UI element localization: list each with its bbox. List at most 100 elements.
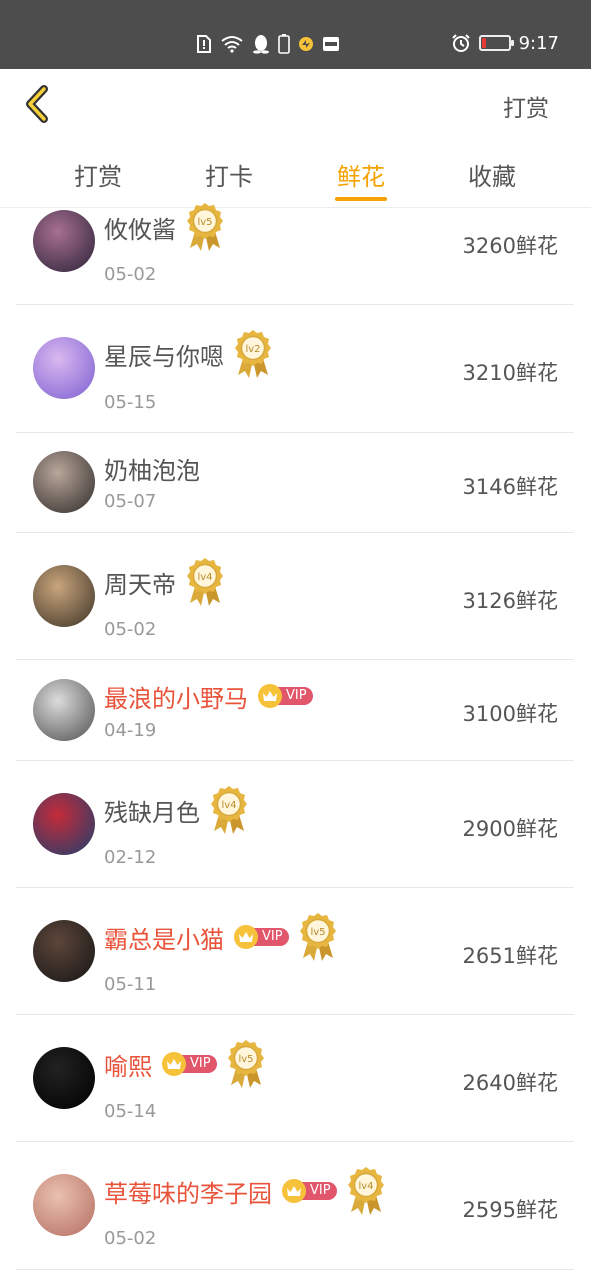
- vip-badge: VIP: [234, 925, 289, 949]
- tab-favorites[interactable]: 收藏: [447, 157, 537, 192]
- date-label: 05-07: [104, 491, 157, 512]
- wifi-icon: [221, 36, 243, 53]
- clock: 9:17: [518, 32, 559, 54]
- username[interactable]: 攸攸酱: [104, 210, 176, 245]
- alarm-icon: [451, 34, 470, 52]
- flower-amount: 3260鲜花: [462, 234, 558, 258]
- name-line: 星辰与你嗯 lv2: [104, 330, 272, 378]
- app-notification-icon: [299, 37, 313, 51]
- flower-amount: 3146鲜花: [462, 475, 558, 499]
- avatar[interactable]: [33, 210, 95, 272]
- username[interactable]: 霸总是小猫: [104, 920, 224, 955]
- level-medal-icon: lv5: [187, 203, 223, 251]
- qq-penguin-icon: [253, 35, 269, 54]
- flower-amount: 2640鲜花: [462, 1071, 558, 1095]
- name-line: 最浪的小野马 VIP: [104, 679, 313, 713]
- avatar[interactable]: [33, 920, 95, 982]
- vip-badge: VIP: [282, 1179, 337, 1203]
- username[interactable]: 星辰与你嗯: [104, 337, 224, 372]
- list-item[interactable]: 攸攸酱 lv5 05-02 3260鲜花: [16, 203, 574, 305]
- list-item[interactable]: 周天帝 lv4 05-02 3126鲜花: [16, 533, 574, 660]
- tab-label: 鲜花: [337, 163, 385, 191]
- svg-text:lv5: lv5: [238, 1054, 253, 1065]
- list-item[interactable]: 星辰与你嗯 lv2 05-15 3210鲜花: [16, 305, 574, 433]
- username[interactable]: 草莓味的李子园: [104, 1174, 272, 1209]
- name-line: 霸总是小猫 VIP lv5: [104, 913, 337, 961]
- avatar[interactable]: [33, 793, 95, 855]
- name-line: 周天帝 lv4: [104, 558, 224, 606]
- name-line: 草莓味的李子园 VIP lv4: [104, 1167, 385, 1215]
- battery-fill: [481, 38, 486, 48]
- avatar[interactable]: [33, 565, 95, 627]
- username[interactable]: 残缺月色: [104, 793, 200, 828]
- avatar[interactable]: [33, 337, 95, 399]
- avatar[interactable]: [33, 1174, 95, 1236]
- avatar[interactable]: [33, 679, 95, 741]
- name-line: 喻熙 VIP lv5: [104, 1040, 265, 1088]
- crown-icon: [282, 1179, 306, 1203]
- date-label: 05-14: [104, 1101, 157, 1122]
- date-label: 04-19: [104, 720, 157, 741]
- name-line: 残缺月色 lv4: [104, 786, 248, 834]
- top-bar: 打赏: [0, 69, 591, 139]
- level-medal-icon: lv4: [211, 786, 247, 834]
- avatar[interactable]: [33, 1047, 95, 1109]
- flower-amount: 3210鲜花: [462, 361, 558, 385]
- username[interactable]: 周天帝: [104, 565, 176, 600]
- tab-label: 收藏: [468, 163, 516, 191]
- list-item[interactable]: 喻熙 VIP lv5 05-14 2640鲜花: [16, 1015, 574, 1142]
- crown-icon: [234, 925, 258, 949]
- username[interactable]: 奶柚泡泡: [104, 451, 200, 486]
- date-label: 05-02: [104, 1228, 157, 1249]
- level-medal-icon: lv4: [187, 558, 223, 606]
- name-line: 奶柚泡泡: [104, 451, 200, 485]
- username[interactable]: 喻熙: [104, 1047, 152, 1082]
- avatar[interactable]: [33, 451, 95, 513]
- flower-amount: 3100鲜花: [462, 702, 558, 726]
- tab-active-indicator: [335, 197, 387, 201]
- date-label: 05-11: [104, 974, 157, 995]
- flower-ranking-list: 攸攸酱 lv5 05-02 3260鲜花 星辰与你嗯 lv2 05-15 321…: [16, 203, 574, 1270]
- list-item[interactable]: 草莓味的李子园 VIP lv4 05-02 2595鲜花: [16, 1142, 574, 1270]
- tab-bar: 打赏 打卡 鲜花 收藏: [0, 139, 591, 208]
- list-item[interactable]: 残缺月色 lv4 02-12 2900鲜花: [16, 761, 574, 888]
- flower-amount: 2651鲜花: [462, 944, 558, 968]
- list-item[interactable]: 霸总是小猫 VIP lv5 05-11 2651鲜花: [16, 888, 574, 1015]
- level-medal-icon: lv5: [227, 1040, 264, 1088]
- tab-label: 打卡: [205, 163, 253, 191]
- flower-amount: 2595鲜花: [462, 1198, 558, 1222]
- tab-reward[interactable]: 打赏: [53, 157, 143, 192]
- svg-text:lv4: lv4: [221, 800, 236, 811]
- phone-battery-icon: [278, 34, 290, 54]
- back-button[interactable]: [18, 83, 60, 125]
- svg-text:lv5: lv5: [310, 927, 325, 938]
- chevron-left-icon: [26, 85, 48, 123]
- level-medal-icon: lv5: [299, 913, 336, 961]
- crown-icon: [258, 684, 282, 708]
- username[interactable]: 最浪的小野马: [104, 679, 248, 714]
- svg-text:lv5: lv5: [197, 217, 212, 228]
- vip-badge: VIP: [162, 1052, 217, 1076]
- date-label: 02-12: [104, 847, 157, 868]
- vip-badge: VIP: [258, 684, 313, 708]
- list-item[interactable]: 奶柚泡泡 05-07 3146鲜花: [16, 433, 574, 533]
- flower-amount: 3126鲜花: [462, 589, 558, 613]
- name-line: 攸攸酱 lv5: [104, 203, 224, 251]
- svg-text:lv4: lv4: [197, 572, 212, 583]
- tab-label: 打赏: [74, 163, 122, 191]
- svg-text:lv2: lv2: [245, 344, 260, 355]
- date-label: 05-02: [104, 619, 157, 640]
- reward-action-button[interactable]: 打赏: [503, 89, 549, 123]
- level-medal-icon: lv4: [347, 1167, 384, 1215]
- flower-amount: 2900鲜花: [462, 817, 558, 841]
- alert-doc-icon: [197, 35, 211, 53]
- tab-checkin[interactable]: 打卡: [184, 157, 274, 192]
- tab-flowers[interactable]: 鲜花: [316, 157, 406, 201]
- list-item[interactable]: 最浪的小野马 VIP 04-19 3100鲜花: [16, 660, 574, 761]
- level-medal-icon: lv2: [235, 330, 271, 378]
- status-bar: 9:17: [0, 0, 591, 69]
- hms-icon: [323, 37, 339, 51]
- svg-text:lv4: lv4: [358, 1181, 373, 1192]
- status-icons: [196, 33, 340, 55]
- date-label: 05-15: [104, 392, 157, 413]
